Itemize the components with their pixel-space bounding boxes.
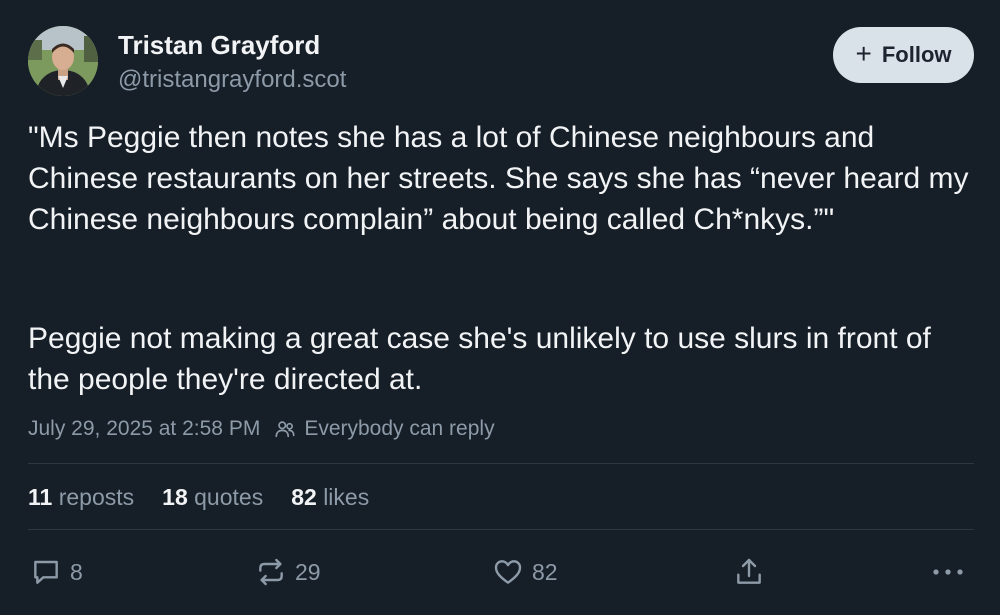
share-icon (737, 558, 761, 584)
reply-icon (34, 560, 58, 584)
likes-count: 82 (291, 484, 317, 510)
more-icon (933, 569, 963, 575)
share-button[interactable] (733, 554, 765, 590)
avatar-image (28, 26, 98, 96)
likes-label: likes (323, 484, 370, 510)
reposts-count: 11 (28, 484, 53, 510)
heart-icon (494, 560, 522, 584)
post-meta: July 29, 2025 at 2:58 PM Everybody can r… (28, 417, 495, 441)
repost-icon (259, 558, 283, 586)
plus-icon: + (855, 37, 872, 69)
follow-button[interactable]: + Follow (833, 27, 974, 83)
divider (28, 463, 974, 464)
author-avatar[interactable] (28, 26, 98, 96)
reply-setting[interactable]: Everybody can reply (274, 417, 495, 441)
repost-count: 29 (295, 558, 321, 585)
divider (28, 529, 974, 530)
follow-button-label: Follow (881, 42, 952, 67)
quotes-label: quotes (194, 484, 264, 510)
repost-button[interactable]: 29 (255, 554, 321, 590)
reply-count: 8 (70, 558, 83, 585)
reply-button[interactable]: 8 (30, 554, 83, 590)
reposts-stat[interactable]: 11 reposts (28, 484, 134, 511)
like-count: 82 (532, 558, 558, 585)
post-text-paragraph: "Ms Peggie then notes she has a lot of C… (28, 121, 969, 236)
like-button[interactable]: 82 (492, 554, 558, 590)
people-icon (275, 421, 295, 438)
engagement-stats: 11 reposts 18 quotes 82 likes (28, 484, 369, 511)
post-text-paragraph: Peggie not making a great case she's unl… (28, 322, 931, 396)
likes-stat[interactable]: 82 likes (291, 484, 369, 511)
post-timestamp[interactable]: July 29, 2025 at 2:58 PM (28, 417, 260, 441)
reposts-label: reposts (58, 484, 135, 510)
quotes-stat[interactable]: 18 quotes (162, 484, 263, 511)
more-options-button[interactable] (928, 554, 968, 590)
author-display-name[interactable]: Tristan Grayford (118, 30, 320, 61)
author-handle[interactable]: @tristangrayford.scot (118, 66, 346, 94)
post-card: Tristan Grayford @tristangrayford.scot +… (0, 0, 1000, 615)
reply-setting-label: Everybody can reply (304, 417, 495, 440)
quotes-count: 18 (162, 484, 188, 510)
